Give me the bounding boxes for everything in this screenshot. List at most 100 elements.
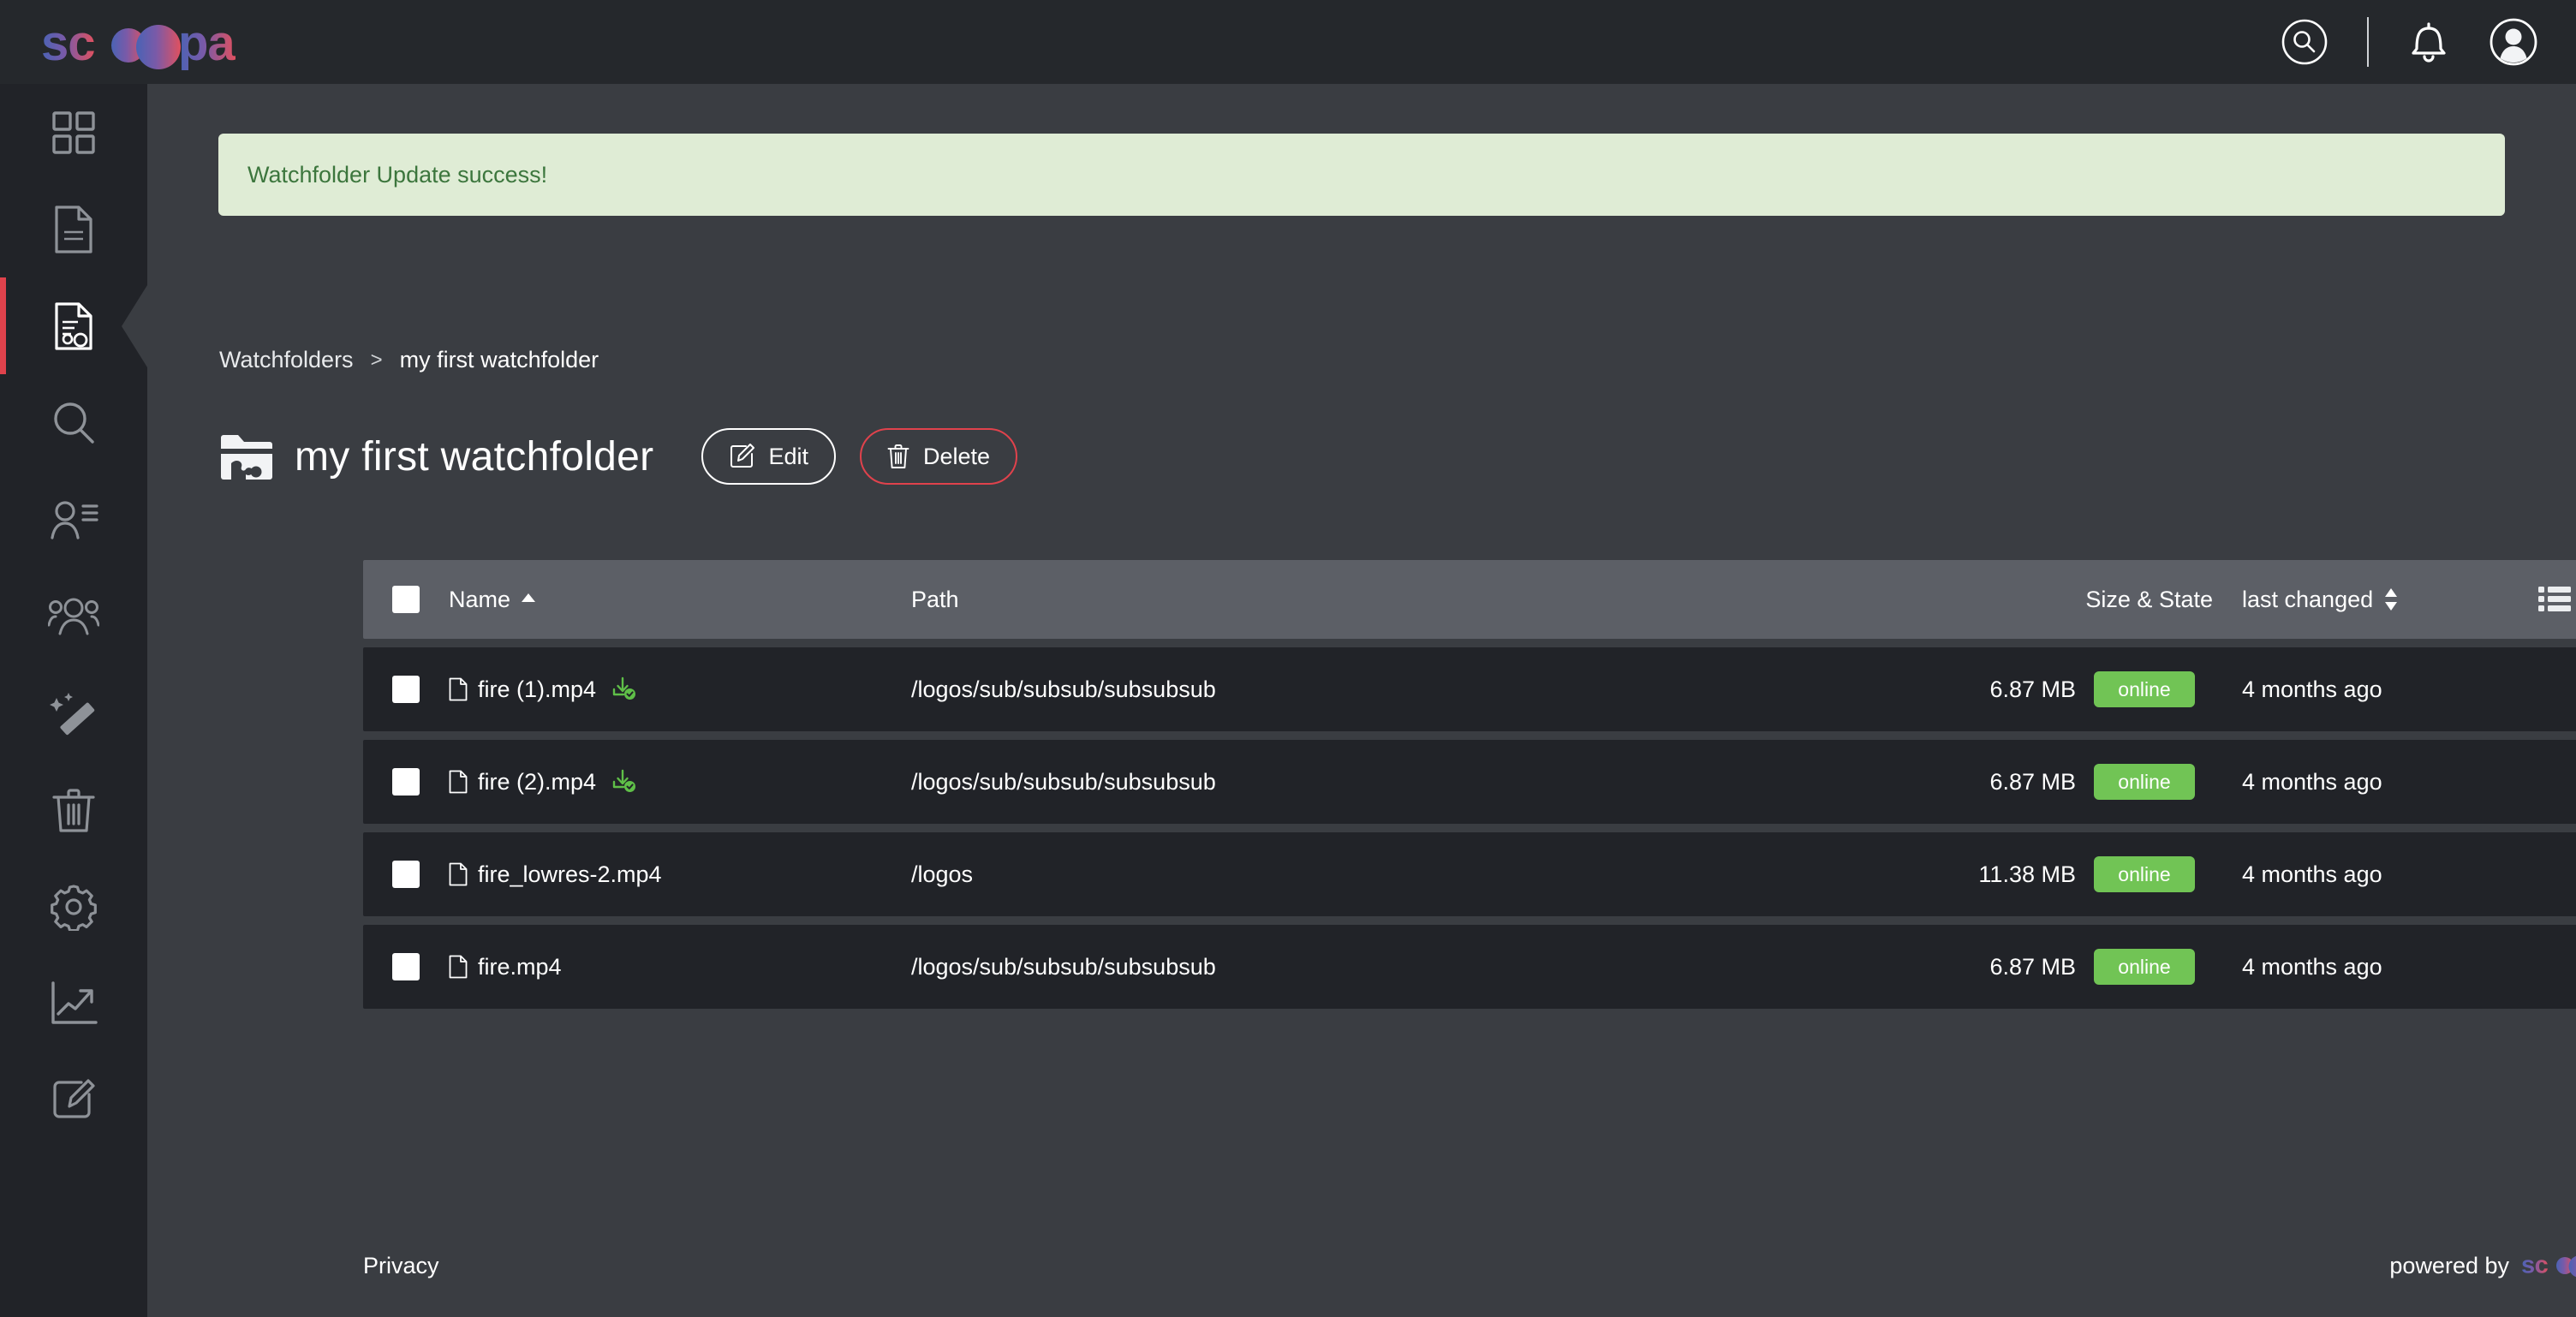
svg-text:pa: pa (178, 19, 236, 71)
header-last-changed-label: last changed (2242, 586, 2374, 612)
row-name-label: fire.mp4 (478, 953, 562, 980)
sidebar-item-watchfolders[interactable] (0, 277, 147, 374)
powered-by-label: powered by (2389, 1252, 2509, 1278)
header-name-label: Name (449, 586, 511, 612)
file-icon (449, 770, 468, 794)
row-name-cell: fire_lowres-2.mp4 (449, 861, 911, 888)
row-size: 11.38 MB (1978, 861, 2076, 887)
row-select-cell (363, 676, 449, 703)
file-icon (449, 955, 468, 979)
row-state-cell: online (2076, 949, 2213, 985)
scoopa-logo-small[interactable]: sc pa (2521, 1251, 2576, 1280)
header-name-cell: Name (449, 587, 911, 613)
table-header-row: Name Path Size & State last changed (363, 560, 2576, 639)
header-size-state-label: Size & State (2085, 586, 2213, 612)
row-path: /logos/sub/subsub/subsubsub (911, 768, 1216, 795)
search-icon[interactable] (2280, 17, 2329, 67)
files-table: Name Path Size & State last changed fire… (363, 560, 2576, 1009)
row-checkbox[interactable] (392, 861, 420, 888)
sidebar-item-trash[interactable] (0, 761, 147, 858)
breadcrumb-separator: > (370, 348, 383, 372)
row-checkbox[interactable] (392, 768, 420, 796)
success-banner-message: Watchfolder Update success! (247, 161, 548, 188)
row-name-cell: fire.mp4 (449, 954, 911, 980)
svg-text:sc: sc (2521, 1252, 2549, 1279)
sidebar-item-magic[interactable] (0, 664, 147, 761)
sort-both-icon (2383, 587, 2399, 611)
privacy-link[interactable]: Privacy (363, 1253, 439, 1279)
main-content: Watchfolder Update success! Watchfolders… (147, 84, 2576, 1317)
download-complete-icon (611, 769, 637, 795)
row-size: 6.87 MB (1989, 768, 2076, 795)
topbar-divider (2367, 17, 2369, 67)
file-icon (449, 862, 468, 886)
row-name-label: fire (1).mp4 (478, 676, 597, 702)
sort-ascending-icon (521, 593, 536, 605)
row-name-label: fire (2).mp4 (478, 768, 597, 795)
svg-text:sc: sc (41, 19, 95, 71)
delete-button[interactable]: Delete (859, 428, 1018, 485)
sidebar-item-analytics[interactable] (0, 955, 147, 1052)
table-row[interactable]: fire.mp4 /logos/sub/subsub/subsubsub 6.8… (363, 925, 2576, 1009)
sidebar (0, 84, 147, 1317)
row-size: 6.87 MB (1989, 953, 2076, 980)
page-header: my first watchfolder Edit Delete (219, 428, 1018, 485)
view-toggle-group (2461, 585, 2576, 614)
status-badge: online (2094, 949, 2195, 985)
sidebar-item-search[interactable] (0, 374, 147, 471)
topbar-actions (2280, 17, 2538, 67)
edit-button[interactable]: Edit (701, 428, 836, 485)
page-title: my first watchfolder (295, 433, 654, 480)
bell-icon[interactable] (2406, 18, 2451, 66)
row-state-cell: online (2076, 671, 2213, 707)
success-banner: Watchfolder Update success! (218, 134, 2505, 216)
download-complete-icon (611, 676, 637, 702)
row-name-label: fire_lowres-2.mp4 (478, 861, 662, 887)
header-last-changed-sort[interactable]: last changed (2213, 587, 2461, 613)
edit-button-label: Edit (768, 443, 808, 469)
pencil-square-icon (729, 444, 755, 469)
watchfolder-icon (219, 432, 272, 480)
table-row[interactable]: fire_lowres-2.mp4 /logos 11.38 MB online… (363, 832, 2576, 916)
trash-icon (887, 444, 909, 469)
row-last-changed: 4 months ago (2242, 676, 2382, 702)
status-badge: online (2094, 856, 2195, 892)
table-row[interactable]: fire (2).mp4 /logos/sub/subsub/subsubsub… (363, 740, 2576, 824)
row-select-cell (363, 861, 449, 888)
row-path: /logos (911, 861, 974, 887)
row-name-cell: fire (2).mp4 (449, 769, 911, 796)
header-name-sort[interactable]: Name (449, 587, 536, 613)
row-path: /logos/sub/subsub/subsubsub (911, 676, 1216, 702)
list-view-icon[interactable] (2538, 585, 2571, 614)
row-checkbox[interactable] (392, 676, 420, 703)
header-path-label[interactable]: Path (911, 587, 1930, 613)
row-select-cell (363, 953, 449, 980)
powered-by: powered by sc pa (2389, 1251, 2576, 1280)
row-last-changed: 4 months ago (2242, 861, 2382, 887)
row-size: 6.87 MB (1989, 676, 2076, 702)
file-icon (449, 677, 468, 701)
row-state-cell: online (2076, 856, 2213, 892)
row-last-changed: 4 months ago (2242, 953, 2382, 980)
row-checkbox[interactable] (392, 953, 420, 980)
breadcrumb-current: my first watchfolder (399, 347, 599, 372)
header-path-cell: Path (911, 587, 1930, 613)
breadcrumb: Watchfolders > my first watchfolder (219, 347, 599, 373)
breadcrumb-root[interactable]: Watchfolders (219, 347, 354, 373)
select-all-cell (363, 586, 449, 613)
scoopa-logo[interactable]: sc pa (41, 12, 298, 72)
user-avatar-icon[interactable] (2489, 17, 2538, 67)
sidebar-item-dashboard[interactable] (0, 84, 147, 181)
sidebar-item-groups[interactable] (0, 568, 147, 664)
row-path: /logos/sub/subsub/subsubsub (911, 953, 1216, 980)
row-name-cell: fire (1).mp4 (449, 676, 911, 703)
sidebar-item-editor[interactable] (0, 1052, 147, 1148)
select-all-checkbox[interactable] (392, 586, 420, 613)
table-row[interactable]: fire (1).mp4 /logos/sub/subsub/subsubsub… (363, 647, 2576, 731)
status-badge: online (2094, 671, 2195, 707)
sidebar-item-documents[interactable] (0, 181, 147, 277)
sidebar-item-settings[interactable] (0, 858, 147, 955)
row-select-cell (363, 768, 449, 796)
sidebar-item-user-details[interactable] (0, 471, 147, 568)
status-badge: online (2094, 764, 2195, 800)
